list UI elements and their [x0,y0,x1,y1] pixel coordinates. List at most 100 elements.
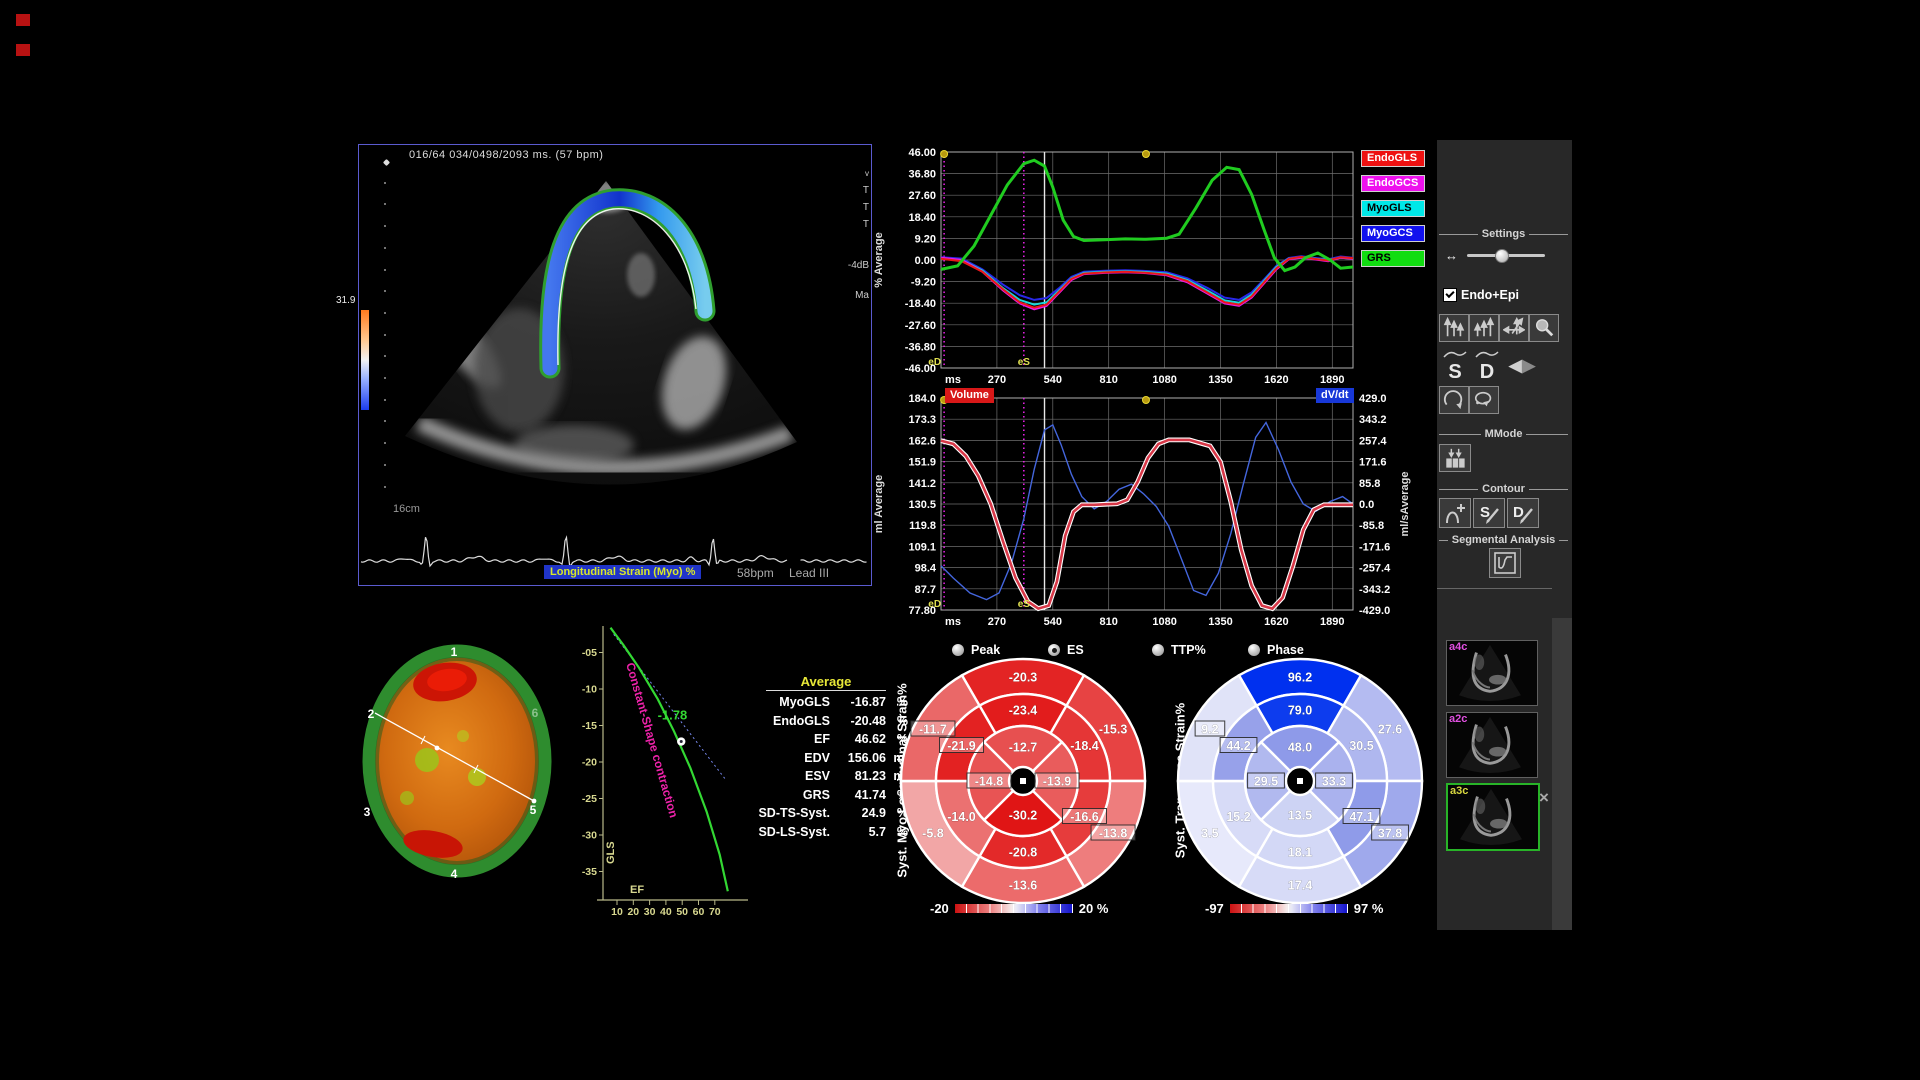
close-icon[interactable]: × [1539,788,1549,808]
svg-text:46.00: 46.00 [908,147,936,159]
thumbnail-label: a3c [1450,785,1468,797]
svg-text:96.2: 96.2 [1288,671,1312,685]
radio-icon[interactable] [1248,644,1260,656]
svg-text:-27.60: -27.60 [905,320,936,332]
separator [1437,588,1552,589]
svg-text:257.4: 257.4 [1359,435,1387,447]
legend-chip-MyoGCS[interactable]: MyoGCS [1361,225,1425,242]
scale-min: -97 [1205,901,1224,916]
zoom-button[interactable] [1529,314,1559,342]
svg-text:eS: eS [1018,599,1031,610]
ef-gls-chart: -05-10-15-20-25-30-3510203040506070GLSEF… [580,612,770,922]
contour-edit-systole-button[interactable]: S [1473,498,1505,528]
average-results-table: Average MyoGLS-16.87%EndoGLS-20.48%EF46.… [752,674,912,841]
diastole-marker-button[interactable]: D [1475,346,1499,380]
radio-Phase[interactable]: Phase [1248,643,1304,657]
contour-header: Contour [1439,483,1568,495]
svg-text:47.1: 47.1 [1349,810,1373,824]
legend-chip-GRS[interactable]: GRS [1361,250,1425,267]
scale-max: 97 % [1354,901,1384,916]
mmode-header: MMode [1439,428,1568,440]
slider-knob[interactable] [1495,249,1509,263]
series-GRS [941,160,1353,270]
svg-text:540: 540 [1044,616,1062,628]
svg-text:-11.7: -11.7 [919,723,947,737]
legend-chip-EndoGLS[interactable]: EndoGLS [1361,150,1425,167]
radio-icon[interactable] [1048,644,1060,656]
svg-text:-35: -35 [582,866,597,878]
svg-text:184.0: 184.0 [908,393,936,405]
segment-number: 1 [451,645,458,659]
prev-frame-icon[interactable]: ◀ [1509,356,1522,375]
tgc-markers [384,160,390,520]
svg-text:-30.2: -30.2 [1009,809,1038,823]
radio-Peak[interactable]: Peak [952,643,1000,657]
radio-icon[interactable] [952,644,964,656]
frame-step-buttons[interactable]: ◀▶ [1509,356,1535,376]
application-window: { "indicators": {"rec_top": "", "rec_bot… [0,0,1920,1080]
mmode-button[interactable] [1439,444,1471,472]
svg-text:50: 50 [676,906,688,918]
svg-text:eS: eS [1018,357,1031,368]
strain-curves-chart[interactable]: 46.0036.8027.6018.409.200.00-9.20-18.40-… [868,140,1438,392]
svg-text:-429.0: -429.0 [1359,605,1390,617]
next-frame-icon[interactable]: ▶ [1522,356,1535,375]
systole-marker-button[interactable]: S [1443,346,1467,380]
svg-text:15.2: 15.2 [1226,810,1250,824]
contour-plus-icon [1443,501,1467,525]
settings-sidebar: Settings ↔ Endo+Epi S D ◀▶ MMode [1437,140,1572,930]
radio-ES[interactable]: ES [1048,643,1084,657]
bullseye-center-marker [1020,778,1027,785]
ultrasound-viewport[interactable]: 016/64 034/0498/2093 ms. (57 bpm) vTTT -… [358,144,872,586]
pan-button[interactable] [1499,314,1529,342]
thumbnail-label: a4c [1449,641,1467,653]
slider-track[interactable] [1467,254,1545,257]
volume-curve-chart[interactable]: 184.0429.0173.3343.2162.6257.4151.9171.6… [868,385,1438,633]
svg-text:-85.8: -85.8 [1359,520,1384,532]
thumbnail-a3c[interactable]: a3c [1446,783,1540,851]
rotate-view-button[interactable] [1439,386,1469,414]
table-row: EF46.62% [752,730,912,749]
svg-text:18.40: 18.40 [908,212,936,224]
legend-chip-MyoGLS[interactable]: MyoGLS [1361,200,1425,217]
svg-text:-23.4: -23.4 [1009,704,1038,718]
ecg-trace [359,145,871,585]
svg-text:-21.9: -21.9 [947,739,976,753]
settings-header: Settings [1439,228,1568,240]
svg-text:1620: 1620 [1264,616,1288,628]
svg-text:0.00: 0.00 [915,255,936,267]
svg-text:-18.40: -18.40 [905,298,936,310]
radio-icon[interactable] [1152,644,1164,656]
scale-down-button[interactable] [1469,314,1499,342]
series-MyoGCS [941,256,1353,300]
svg-text:60: 60 [693,906,705,918]
thumbnail-a2c[interactable]: a2c [1446,712,1538,778]
contour-edit-diastole-button[interactable]: D [1507,498,1539,528]
table-row: SD-TS-Syst.24.9% [752,804,912,823]
contour-adjust-button[interactable] [1469,386,1499,414]
segmental-analysis-button[interactable] [1489,548,1521,578]
segment-number: 3 [364,805,371,819]
scale-up-button[interactable] [1439,314,1469,342]
legend-chip-EndoGCS[interactable]: EndoGCS [1361,175,1425,192]
svg-text:-16.6: -16.6 [1070,810,1099,824]
smoothing-slider[interactable]: ↔ [1437,248,1552,264]
longitudinal-strain-bullseye: -20.3-15.3-13.8-13.6-5.8-11.7-23.4-18.4-… [898,656,1148,906]
view-mode-label: Longitudinal Strain (Myo) % [544,565,701,579]
svg-text:27.60: 27.60 [908,190,936,202]
strain-colorbar [361,310,369,410]
svg-text:-13.6: -13.6 [1009,879,1038,893]
svg-text:98.4: 98.4 [915,563,937,575]
svg-text:1890: 1890 [1320,616,1344,628]
svg-text:-18.4: -18.4 [1070,739,1099,753]
strain-surface-3d[interactable]: 123456 [345,640,565,885]
checkbox-icon[interactable] [1443,288,1457,302]
record-indicator [16,14,30,26]
segment-number: 2 [368,707,375,721]
endo-epi-checkbox[interactable]: Endo+Epi [1437,288,1552,302]
sidebar-strip [1552,618,1572,930]
thumbnail-a4c[interactable]: a4c [1446,640,1538,706]
h-arrows-icon: ↔ [1445,248,1458,263]
table-row: SD-LS-Syst.5.7% [752,823,912,842]
contour-add-button[interactable] [1439,498,1471,528]
